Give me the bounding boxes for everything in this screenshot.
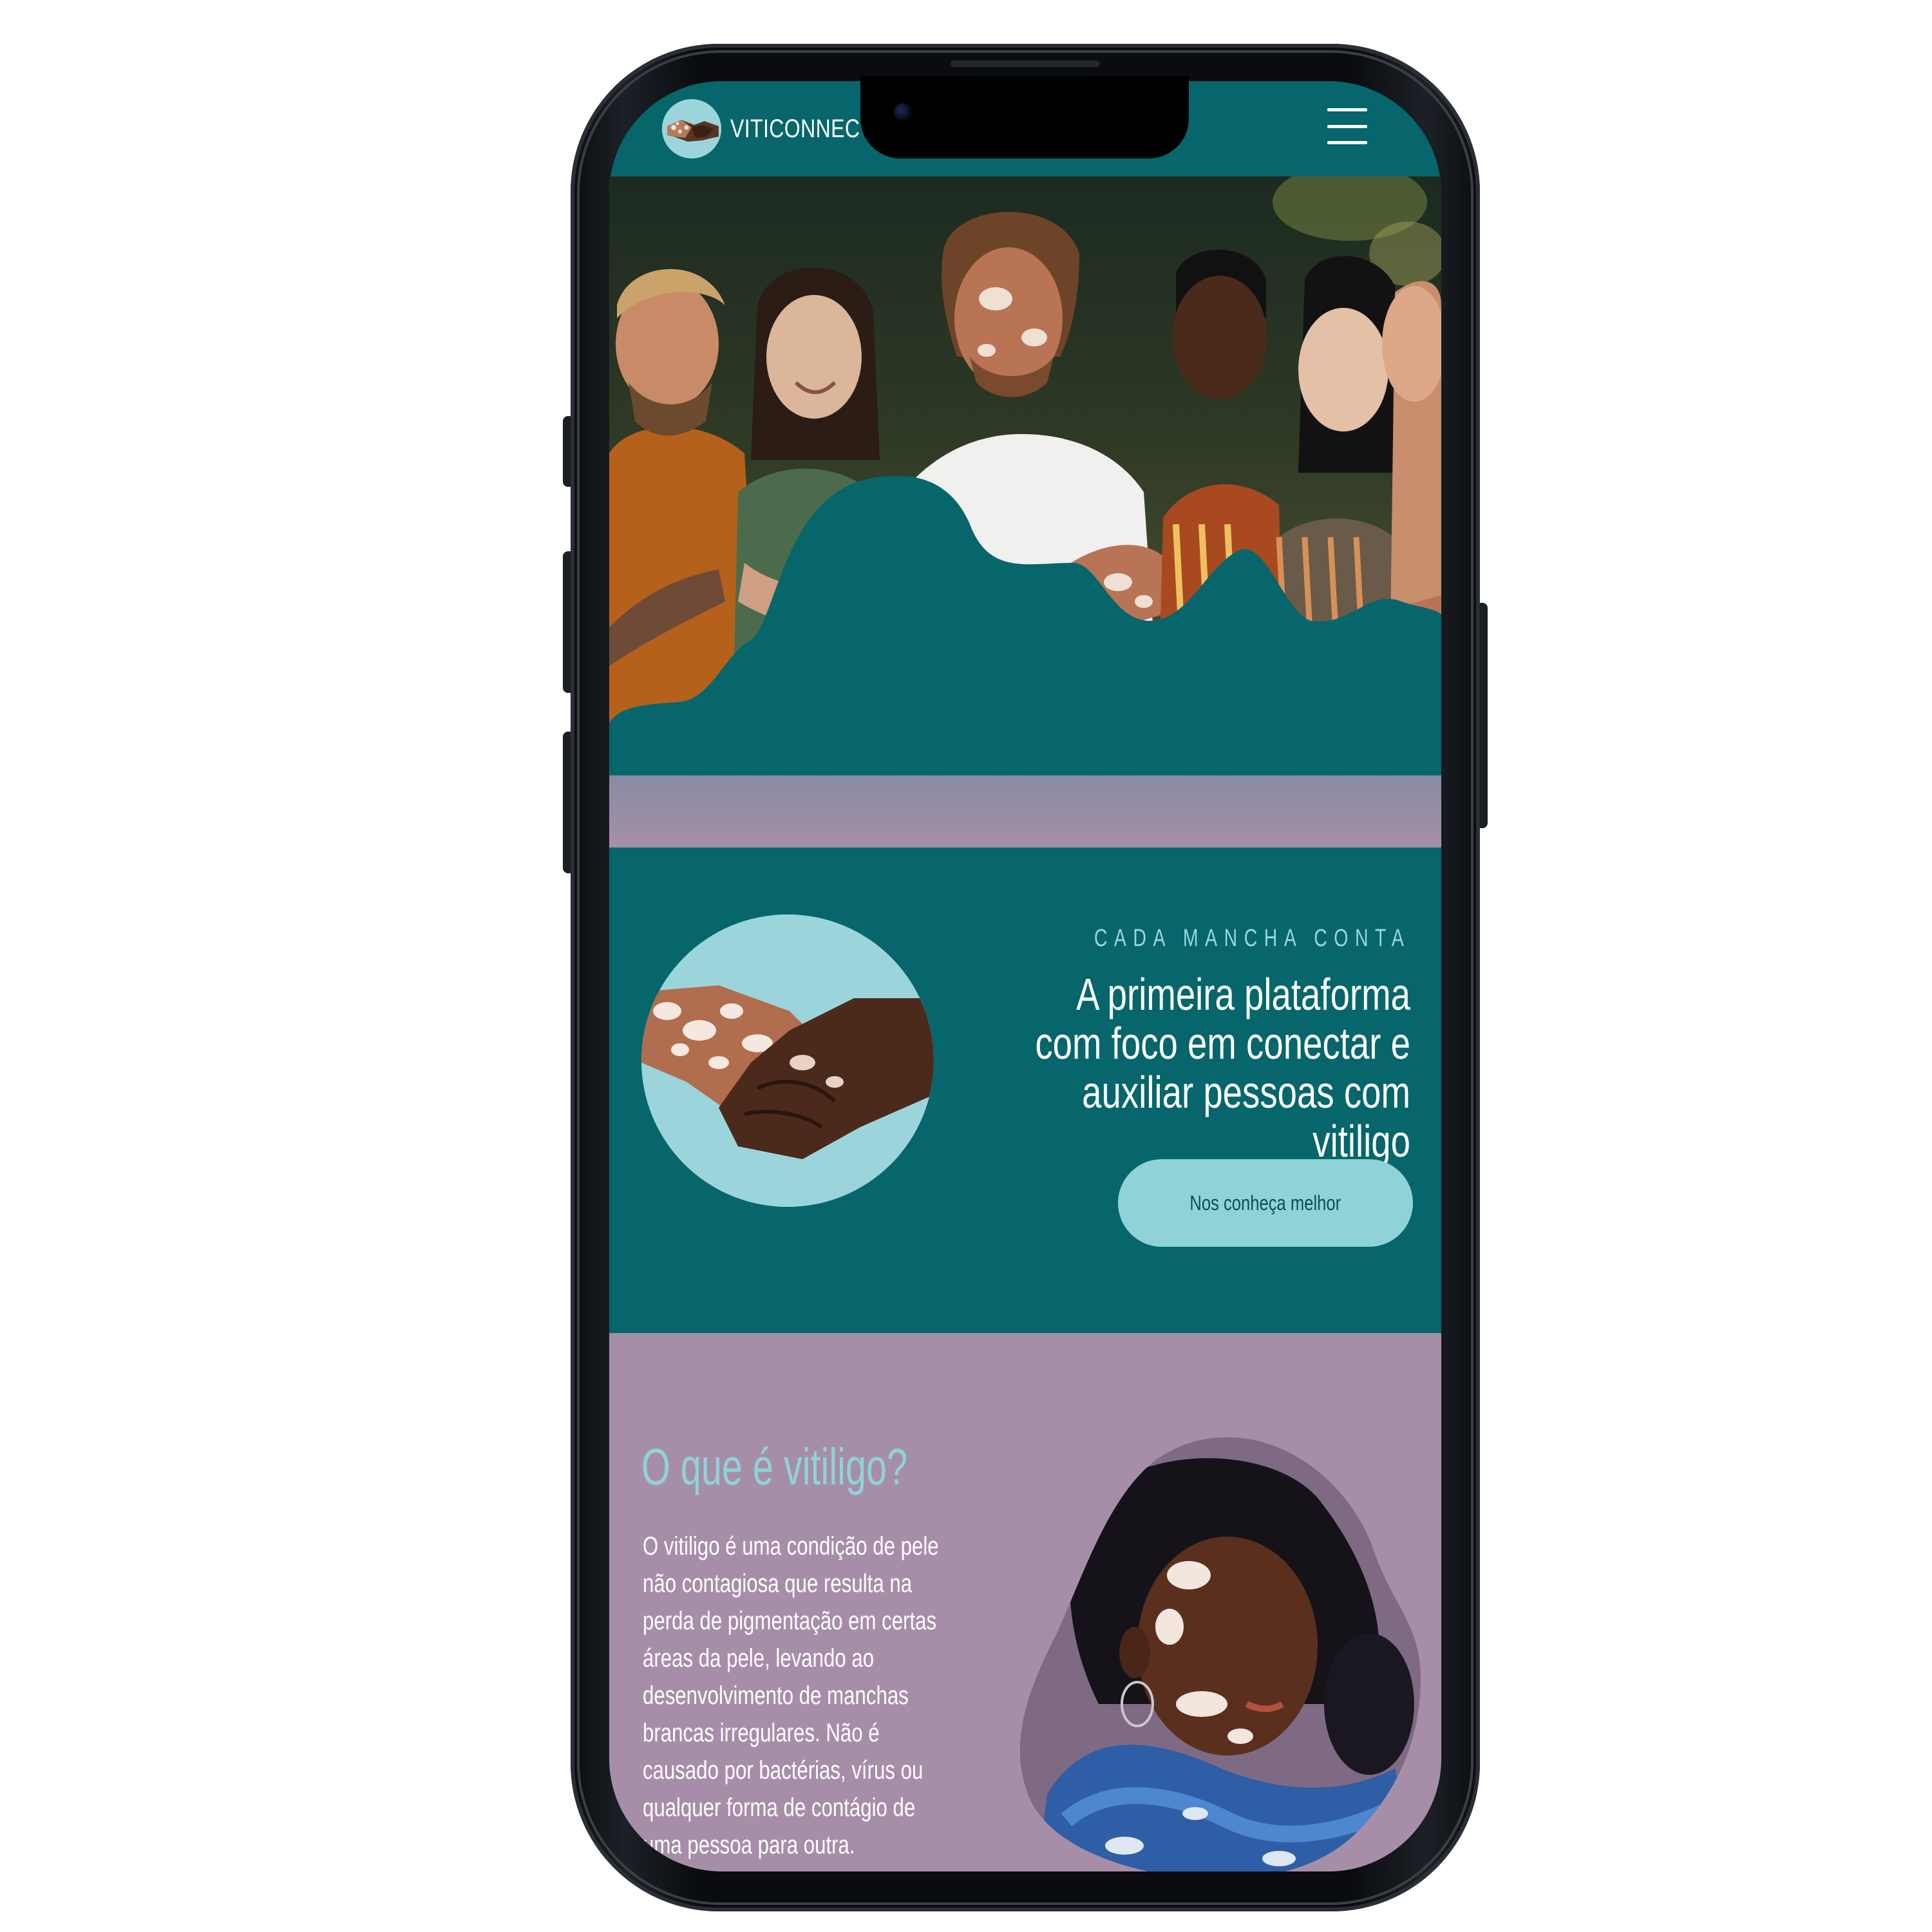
- about-description: O vitiligo é uma condição de pele não co…: [643, 1532, 939, 1859]
- about-title: O que é vitiligo?: [641, 1438, 908, 1495]
- phone-screen: VITICONNECT CADA MANCHA CONTA A primeira…: [609, 81, 1441, 1871]
- hero-eyebrow: CADA MANCHA CONTA: [1094, 925, 1410, 952]
- phone-speaker: [951, 61, 1100, 67]
- hero-section: [609, 176, 1441, 848]
- menu-line: [1327, 108, 1367, 111]
- brand-name: VITICONNECT: [730, 114, 873, 143]
- mockup-stage: VITICONNECT CADA MANCHA CONTA A primeira…: [0, 0, 1932, 1932]
- phone-front-camera: [894, 103, 912, 121]
- handshake-logo-icon: [662, 99, 721, 158]
- hero-headline: A primeira plataforma com foco em conect…: [1035, 969, 1410, 1166]
- cta-label: Nos conheça melhor: [1189, 1191, 1341, 1215]
- handshake-photo-image: [641, 914, 934, 1207]
- menu-line: [1327, 124, 1367, 128]
- hamburger-menu-icon[interactable]: [1327, 108, 1367, 144]
- group-photo-image: [609, 176, 1441, 775]
- woman-portrait-image: [1019, 1437, 1421, 1871]
- menu-line: [1327, 141, 1367, 144]
- get-to-know-us-button[interactable]: Nos conheça melhor: [1118, 1159, 1413, 1247]
